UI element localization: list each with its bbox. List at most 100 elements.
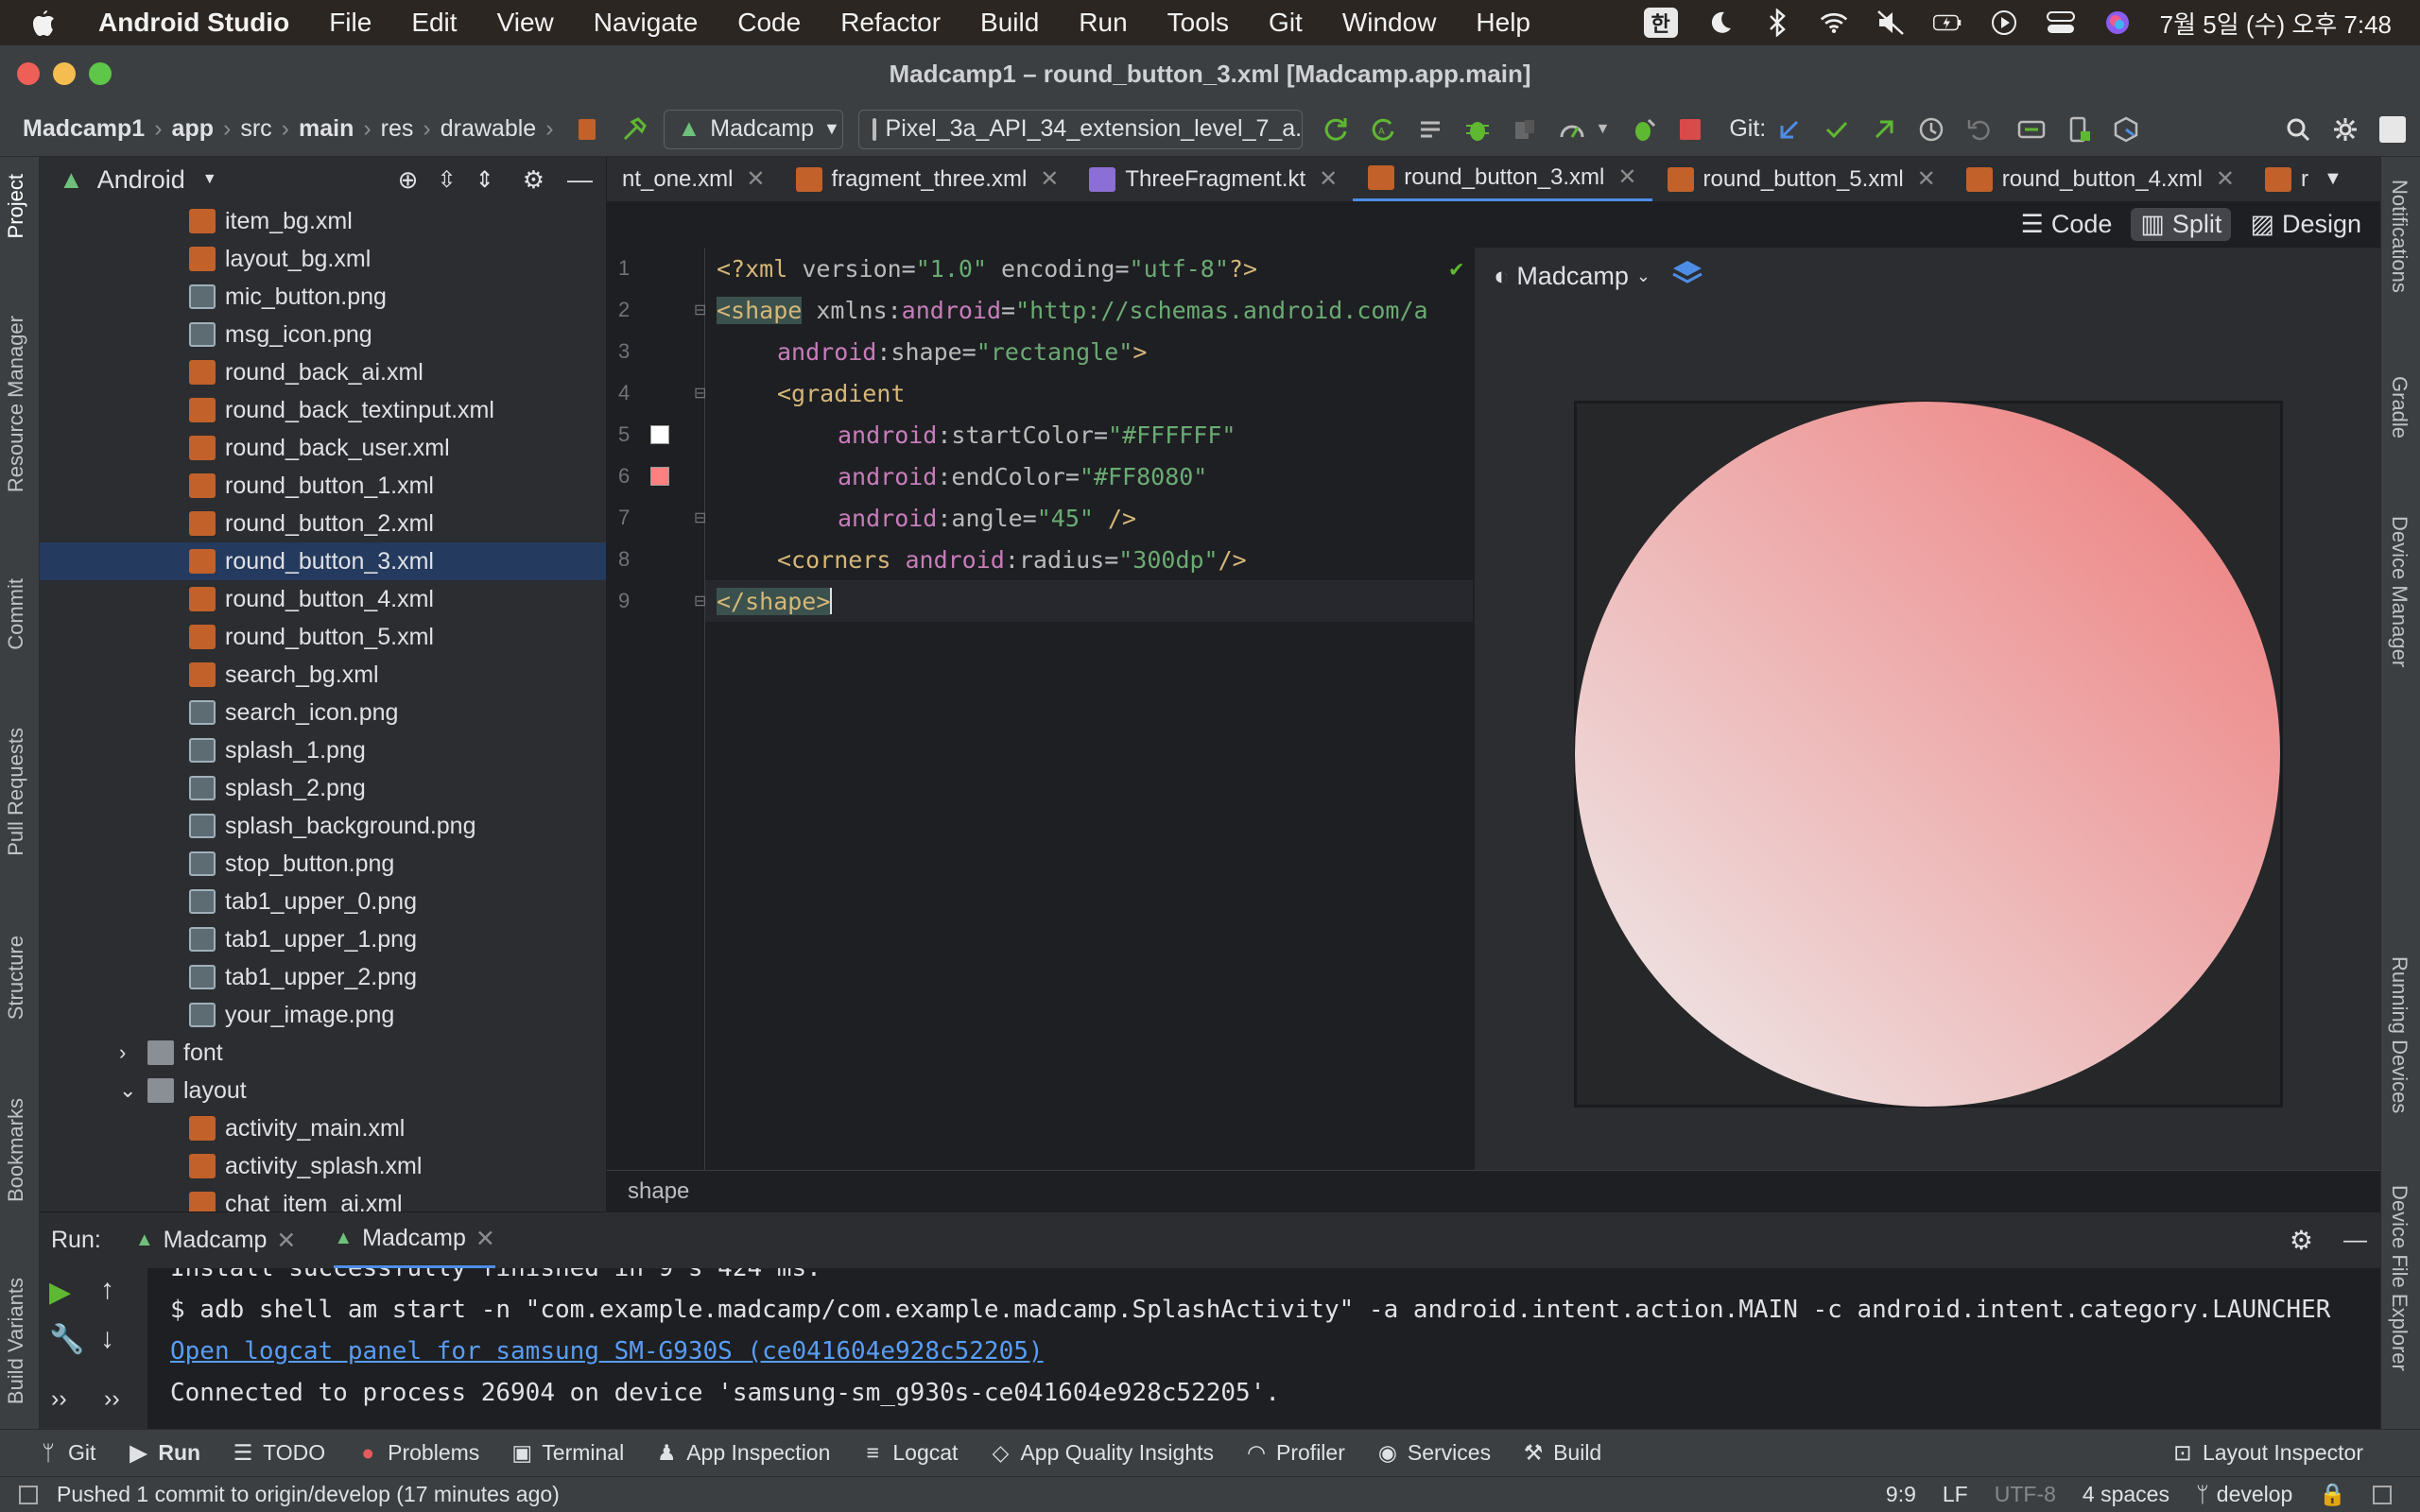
menu-app-name[interactable]: Android Studio — [98, 8, 289, 38]
sdk-manager-icon[interactable] — [2112, 115, 2140, 144]
collapse-all-icon[interactable]: ⇕ — [475, 166, 494, 194]
gear-icon[interactable] — [2331, 115, 2360, 144]
debug-icon[interactable] — [1463, 115, 1492, 144]
attach-process-icon[interactable] — [1629, 115, 1657, 144]
panel-toggle-icon[interactable] — [19, 1485, 38, 1504]
crumb-drawable[interactable]: drawable — [441, 115, 536, 143]
tool-build[interactable]: ⚒ Build — [1523, 1440, 1601, 1466]
menu-git[interactable]: Git — [1269, 8, 1303, 38]
tab-fragment-three[interactable]: fragment_three.xml ✕ — [781, 157, 1075, 201]
menu-window[interactable]: Window — [1342, 8, 1437, 38]
tab-fragment-one[interactable]: nt_one.xml ✕ — [607, 157, 781, 201]
run-console[interactable]: Install successfully finished in 9 s 424… — [147, 1268, 2380, 1429]
lock-icon[interactable]: 🔒 — [2319, 1482, 2346, 1507]
scroll-down-icon[interactable]: ↓ — [100, 1323, 114, 1355]
crumb-res[interactable]: res — [381, 115, 414, 143]
input-source-badge[interactable]: 한 — [1643, 8, 1678, 38]
close-icon[interactable]: ✕ — [1319, 165, 1338, 193]
line-separator[interactable]: LF — [1943, 1482, 1968, 1507]
tree-file-item[interactable]: tab1_upper_2.png — [40, 958, 606, 996]
zoom-window-button[interactable] — [89, 62, 112, 85]
breadcrumb-shape[interactable]: shape — [628, 1178, 689, 1205]
tab-round-button-4[interactable]: round_button_4.xml ✕ — [1951, 157, 2250, 201]
tree-file-item[interactable]: round_button_5.xml — [40, 618, 606, 656]
tree-file-item[interactable]: your_image.png — [40, 996, 606, 1034]
tree-folder-item[interactable]: ⌄ layout — [40, 1072, 606, 1109]
close-icon[interactable]: ✕ — [276, 1227, 296, 1255]
gear-icon[interactable]: ⚙ — [523, 165, 544, 195]
memory-indicator-icon[interactable] — [2373, 1485, 2392, 1504]
tool-tab-device-manager[interactable]: Device Manager — [2387, 516, 2411, 667]
tree-file-item[interactable]: tab1_upper_0.png — [40, 883, 606, 920]
tool-tab-gradle[interactable]: Gradle — [2387, 376, 2411, 438]
tree-file-item[interactable]: splash_2.png — [40, 769, 606, 807]
crumb-src[interactable]: src — [240, 115, 271, 143]
device-mirror-icon[interactable] — [2017, 115, 2046, 144]
tree-file-item[interactable]: splash_1.png — [40, 731, 606, 769]
close-icon[interactable]: ✕ — [1040, 165, 1059, 193]
expand-all-icon[interactable]: ⇳ — [437, 166, 456, 194]
git-update-icon[interactable] — [1775, 115, 1804, 144]
tool-tab-notifications[interactable]: Notifications — [2387, 180, 2411, 293]
tab-three-fragment-kt[interactable]: ThreeFragment.kt ✕ — [1074, 157, 1353, 201]
wifi-icon[interactable] — [1820, 9, 1848, 37]
git-push-icon[interactable] — [1870, 115, 1898, 144]
git-commit-icon[interactable] — [1823, 115, 1851, 144]
tool-services[interactable]: ◉ Services — [1377, 1440, 1491, 1466]
tool-tab-commit[interactable]: Commit — [4, 578, 28, 650]
menu-run[interactable]: Run — [1079, 8, 1127, 38]
tool-tab-running-devices[interactable]: Running Devices — [2387, 956, 2411, 1113]
tree-file-item[interactable]: item_bg.xml — [40, 202, 606, 240]
tree-file-item[interactable]: mic_button.png — [40, 278, 606, 316]
tool-todo[interactable]: ☰ TODO — [233, 1440, 325, 1466]
tool-terminal[interactable]: ▣ Terminal — [511, 1440, 624, 1466]
mode-split-button[interactable]: ▥ Split — [2131, 208, 2232, 241]
minimize-panel-icon[interactable]: — — [2343, 1227, 2367, 1254]
menu-help[interactable]: Help — [1476, 8, 1530, 38]
attach-debugger-icon[interactable] — [1511, 115, 1539, 144]
color-swatch-start[interactable] — [650, 425, 669, 444]
tree-folder-item[interactable]: › font — [40, 1034, 606, 1072]
crumb-project[interactable]: Madcamp1 — [23, 115, 145, 143]
menu-navigate[interactable]: Navigate — [594, 8, 699, 38]
tool-git[interactable]: ᛘ Git — [38, 1440, 95, 1466]
tree-file-item[interactable]: stop_button.png — [40, 845, 606, 883]
close-window-button[interactable] — [17, 62, 40, 85]
rerun-icon[interactable]: ▶ — [49, 1276, 71, 1309]
tree-file-item[interactable]: round_button_1.xml — [40, 467, 606, 505]
tree-file-item[interactable]: round_back_user.xml — [40, 429, 606, 467]
tree-file-item[interactable]: msg_icon.png — [40, 316, 606, 353]
locate-file-icon[interactable]: ⊕ — [398, 165, 419, 195]
chevron-down-icon[interactable]: ⌄ — [119, 1078, 147, 1103]
tree-file-item[interactable]: round_back_textinput.xml — [40, 391, 606, 429]
tree-file-item[interactable]: chat_item_ai.xml — [40, 1185, 606, 1211]
search-icon[interactable] — [2284, 115, 2312, 144]
tree-file-item[interactable]: layout_bg.xml — [40, 240, 606, 278]
more-icon[interactable]: ›› — [104, 1385, 120, 1413]
mode-design-button[interactable]: ▨ Design — [2242, 208, 2369, 241]
hammer-build-icon[interactable] — [620, 115, 648, 144]
gear-icon[interactable]: ⚙ — [2290, 1225, 2313, 1256]
git-history-icon[interactable] — [1917, 115, 1945, 144]
cursor-position[interactable]: 9:9 — [1886, 1482, 1916, 1507]
run-tab-madcamp-2[interactable]: ▲ Madcamp ✕ — [334, 1212, 495, 1269]
tree-file-item[interactable]: splash_background.png — [40, 807, 606, 845]
tree-file-item[interactable]: activity_splash.xml — [40, 1147, 606, 1185]
control-center-icon[interactable] — [2046, 9, 2075, 37]
run-list-icon[interactable] — [1416, 115, 1444, 144]
menu-code[interactable]: Code — [737, 8, 801, 38]
menu-build[interactable]: Build — [980, 8, 1039, 38]
tab-round-button-5[interactable]: round_button_5.xml ✕ — [1652, 157, 1951, 201]
apply-changes-icon[interactable] — [1322, 115, 1350, 144]
open-logcat-link[interactable]: Open logcat panel for samsung SM-G930S (… — [170, 1337, 1044, 1366]
status-message[interactable]: Pushed 1 commit to origin/develop (17 mi… — [57, 1482, 560, 1507]
tool-tab-structure[interactable]: Structure — [4, 936, 28, 1020]
scroll-up-icon[interactable]: ↑ — [100, 1274, 114, 1306]
tool-layout-inspector[interactable]: ⊡ Layout Inspector — [2172, 1440, 2363, 1466]
wrench-icon[interactable]: 🔧 — [49, 1323, 84, 1356]
device-manager-icon[interactable] — [2065, 115, 2093, 144]
tool-app-quality-insights[interactable]: ◇ App Quality Insights — [990, 1440, 1214, 1466]
tabs-dropdown-icon[interactable]: ▼ — [2324, 168, 2342, 190]
code-editor[interactable]: ✔ <?xml version = "1.0" encoding = "utf-8" ?>… — [705, 248, 1473, 1170]
tool-tab-device-file-explorer[interactable]: Device File Explorer — [2387, 1185, 2411, 1371]
